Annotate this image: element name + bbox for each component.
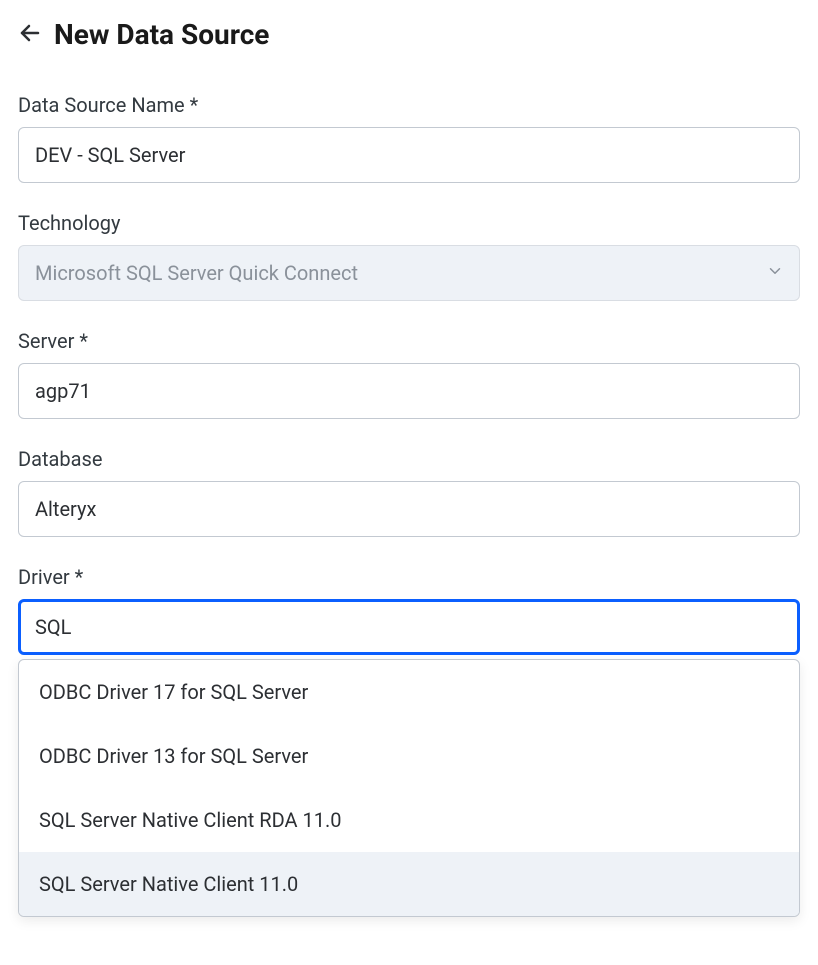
driver-option[interactable]: SQL Server Native Client 11.0	[19, 852, 799, 916]
label-technology: Technology	[18, 211, 800, 235]
label-server: Server *	[18, 329, 800, 353]
field-server: Server *	[18, 329, 800, 419]
back-button[interactable]	[18, 21, 42, 48]
input-data-source-name[interactable]	[18, 127, 800, 183]
field-database: Database	[18, 447, 800, 537]
input-driver[interactable]	[18, 599, 800, 655]
label-data-source-name: Data Source Name *	[18, 93, 800, 117]
input-database[interactable]	[18, 481, 800, 537]
driver-option[interactable]: ODBC Driver 13 for SQL Server	[19, 724, 799, 788]
arrow-left-icon	[18, 21, 42, 48]
driver-option[interactable]: SQL Server Native Client RDA 11.0	[19, 788, 799, 852]
page-header: New Data Source	[18, 18, 800, 51]
field-data-source-name: Data Source Name *	[18, 93, 800, 183]
driver-dropdown-panel: ODBC Driver 17 for SQL ServerODBC Driver…	[18, 659, 800, 917]
select-technology-value: Microsoft SQL Server Quick Connect	[35, 261, 358, 285]
field-driver: Driver * ODBC Driver 17 for SQL ServerOD…	[18, 565, 800, 655]
select-technology[interactable]: Microsoft SQL Server Quick Connect	[18, 245, 800, 301]
label-database: Database	[18, 447, 800, 471]
select-technology-wrapper: Microsoft SQL Server Quick Connect	[18, 245, 800, 301]
driver-option[interactable]: ODBC Driver 17 for SQL Server	[19, 660, 799, 724]
page-title: New Data Source	[54, 18, 269, 51]
input-server[interactable]	[18, 363, 800, 419]
label-driver: Driver *	[18, 565, 800, 589]
field-technology: Technology Microsoft SQL Server Quick Co…	[18, 211, 800, 301]
